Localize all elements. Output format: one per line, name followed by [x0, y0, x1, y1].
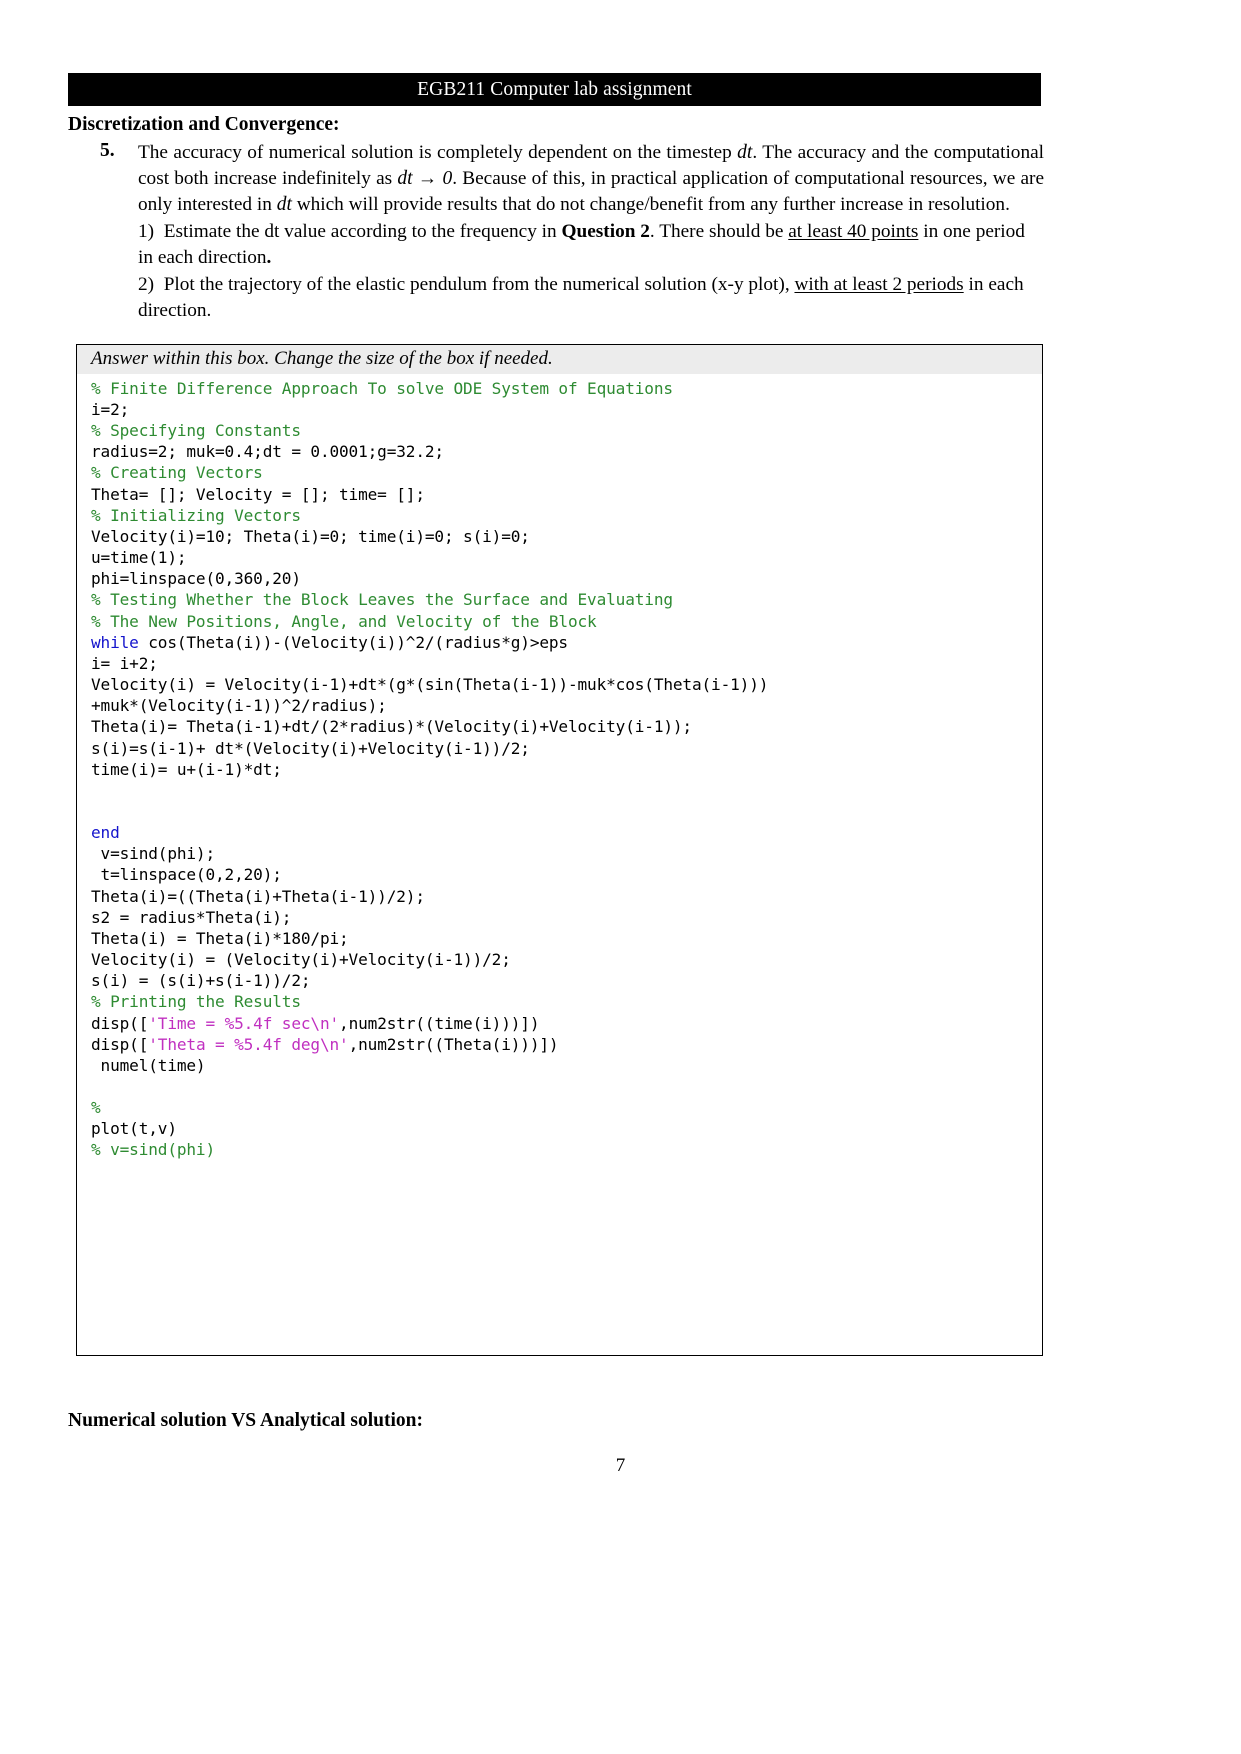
math-dt-arrow: dt → 0	[397, 167, 453, 189]
code-comment: % The New Positions, Angle, and Velocity…	[91, 611, 597, 631]
code-line: disp(['Time = %5.4f sec\n',num2str((time…	[91, 1013, 1042, 1034]
math-dt-2: dt	[276, 194, 292, 216]
code-line: s2 = radius*Theta(i);	[91, 907, 292, 927]
code-line: Theta(i)=((Theta(i)+Theta(i-1))/2);	[91, 886, 425, 906]
code-line: Velocity(i)=10; Theta(i)=0; time(i)=0; s…	[91, 526, 530, 546]
code-line: i=2;	[91, 400, 130, 419]
sub-item-1-bold: Question 2	[561, 221, 650, 243]
code-line: % The New Positions, Angle, and Velocity…	[91, 611, 1042, 632]
code-line: t=linspace(0,2,20);	[91, 865, 282, 885]
code-keyword: end	[91, 823, 120, 843]
question-item-5: 5. The accuracy of numerical solution is…	[68, 140, 1044, 324]
code-line: end	[91, 822, 1042, 843]
sub-item-2: 2) Plot the trajectory of the elastic pe…	[138, 272, 1044, 324]
code-line: Theta(i)= Theta(i-1)+dt/(2*radius)*(Velo…	[91, 717, 692, 737]
code-line: while cos(Theta(i))-(Velocity(i))^2/(rad…	[91, 632, 1042, 653]
sub-item-2-underline: with at least 2 periods	[794, 274, 964, 296]
code-line: Velocity(i) = (Velocity(i)+Velocity(i-1)…	[91, 950, 511, 970]
code-keyword: while	[91, 632, 139, 652]
sub-item-2-marker: 2)	[138, 274, 155, 296]
code-line: s(i)=s(i-1)+ dt*(Velocity(i)+Velocity(i-…	[91, 738, 530, 758]
code-comment: % Creating Vectors	[91, 463, 263, 483]
matlab-code-block[interactable]: % Finite Difference Approach To solve OD…	[77, 374, 1042, 1161]
code-line: radius=2; muk=0.4;dt = 0.0001;g=32.2;	[91, 442, 444, 462]
code-line: u=time(1);	[91, 548, 187, 568]
code-comment: % Printing the Results	[91, 992, 301, 1012]
code-line: % Finite Difference Approach To solve OD…	[91, 378, 1042, 399]
code-line: plot(t,v)	[91, 1119, 177, 1139]
paragraph-part-1: The accuracy of numerical solution is co…	[138, 141, 738, 163]
code-comment: % Testing Whether the Block Leaves the S…	[91, 590, 673, 610]
document-page: EGB211 Computer lab assignment Discretiz…	[0, 0, 1241, 1754]
code-comment: % Initializing Vectors	[91, 505, 301, 525]
sub-item-1-marker: 1)	[138, 221, 155, 243]
sub-item-1-text-b: . There should be	[649, 221, 789, 243]
footer-section-label: Numerical solution VS Analytical solutio…	[68, 1410, 424, 1431]
code-comment: % Specifying Constants	[91, 421, 301, 441]
sub-item-1-text-a: Estimate the dt value according to the f…	[163, 221, 562, 243]
sub-item-1: 1) Estimate the dt value according to th…	[138, 219, 1044, 271]
page-number: 7	[615, 1455, 626, 1476]
sub-item-1-period: .	[266, 247, 272, 269]
code-line: % Testing Whether the Block Leaves the S…	[91, 589, 1042, 610]
code-line: Theta= []; Velocity = []; time= [];	[91, 484, 425, 504]
paragraph-part-4: which will provide results that do not c…	[291, 194, 1010, 216]
math-dt-1: dt	[737, 141, 753, 163]
question-number: 5.	[100, 139, 115, 161]
sub-item-1-underline: at least 40 points	[788, 221, 919, 243]
code-line: Velocity(i) = Velocity(i-1)+dt*(g*(sin(T…	[91, 675, 769, 695]
code-line: disp(['Theta = %5.4f deg\n',num2str((The…	[91, 1034, 1042, 1055]
answer-box[interactable]: Answer within this box. Change the size …	[76, 344, 1043, 1356]
answer-box-prompt: Answer within this box. Change the size …	[77, 345, 1042, 374]
code-text: disp([	[91, 1034, 149, 1054]
code-string: 'Time = %5.4f sec\n'	[148, 1013, 340, 1033]
code-string: 'Theta = %5.4f deg\n'	[148, 1034, 349, 1054]
code-line: time(i)= u+(i-1)*dt;	[91, 759, 282, 779]
sub-item-2-text-a: Plot the trajectory of the elastic pendu…	[163, 274, 795, 296]
code-line: %	[91, 1097, 1042, 1118]
code-line: numel(time)	[91, 1055, 206, 1075]
section-heading: Discretization and Convergence:	[68, 114, 340, 135]
question-paragraph: The accuracy of numerical solution is co…	[138, 140, 1044, 219]
code-text: ,num2str((Theta(i)))])	[348, 1034, 559, 1054]
banner-title: EGB211 Computer lab assignment	[417, 78, 692, 100]
code-comment: %	[91, 1098, 101, 1118]
main-content: Discretization and Convergence: 5. The a…	[68, 112, 1044, 324]
code-comment: % Finite Difference Approach To solve OD…	[91, 378, 673, 398]
code-text: ,num2str((time(i)))])	[339, 1013, 540, 1033]
header-banner: EGB211 Computer lab assignment	[68, 73, 1041, 106]
code-line: % Specifying Constants	[91, 420, 1042, 441]
code-line: s(i) = (s(i)+s(i-1))/2;	[91, 971, 311, 991]
code-line: % Creating Vectors	[91, 462, 1042, 483]
code-comment: % v=sind(phi)	[91, 1140, 216, 1160]
code-line: % Initializing Vectors	[91, 505, 1042, 526]
code-line: Theta(i) = Theta(i)*180/pi;	[91, 928, 349, 948]
code-text: disp([	[91, 1013, 149, 1033]
code-line: phi=linspace(0,360,20)	[91, 569, 301, 589]
code-line: v=sind(phi);	[91, 844, 216, 864]
code-line: % Printing the Results	[91, 991, 1042, 1012]
code-line: % v=sind(phi)	[91, 1139, 1042, 1160]
code-line: i= i+2;	[91, 653, 158, 673]
code-text: cos(Theta(i))-(Velocity(i))^2/(radius*g)…	[138, 632, 568, 652]
code-line: +muk*(Velocity(i-1))^2/radius);	[91, 696, 387, 716]
